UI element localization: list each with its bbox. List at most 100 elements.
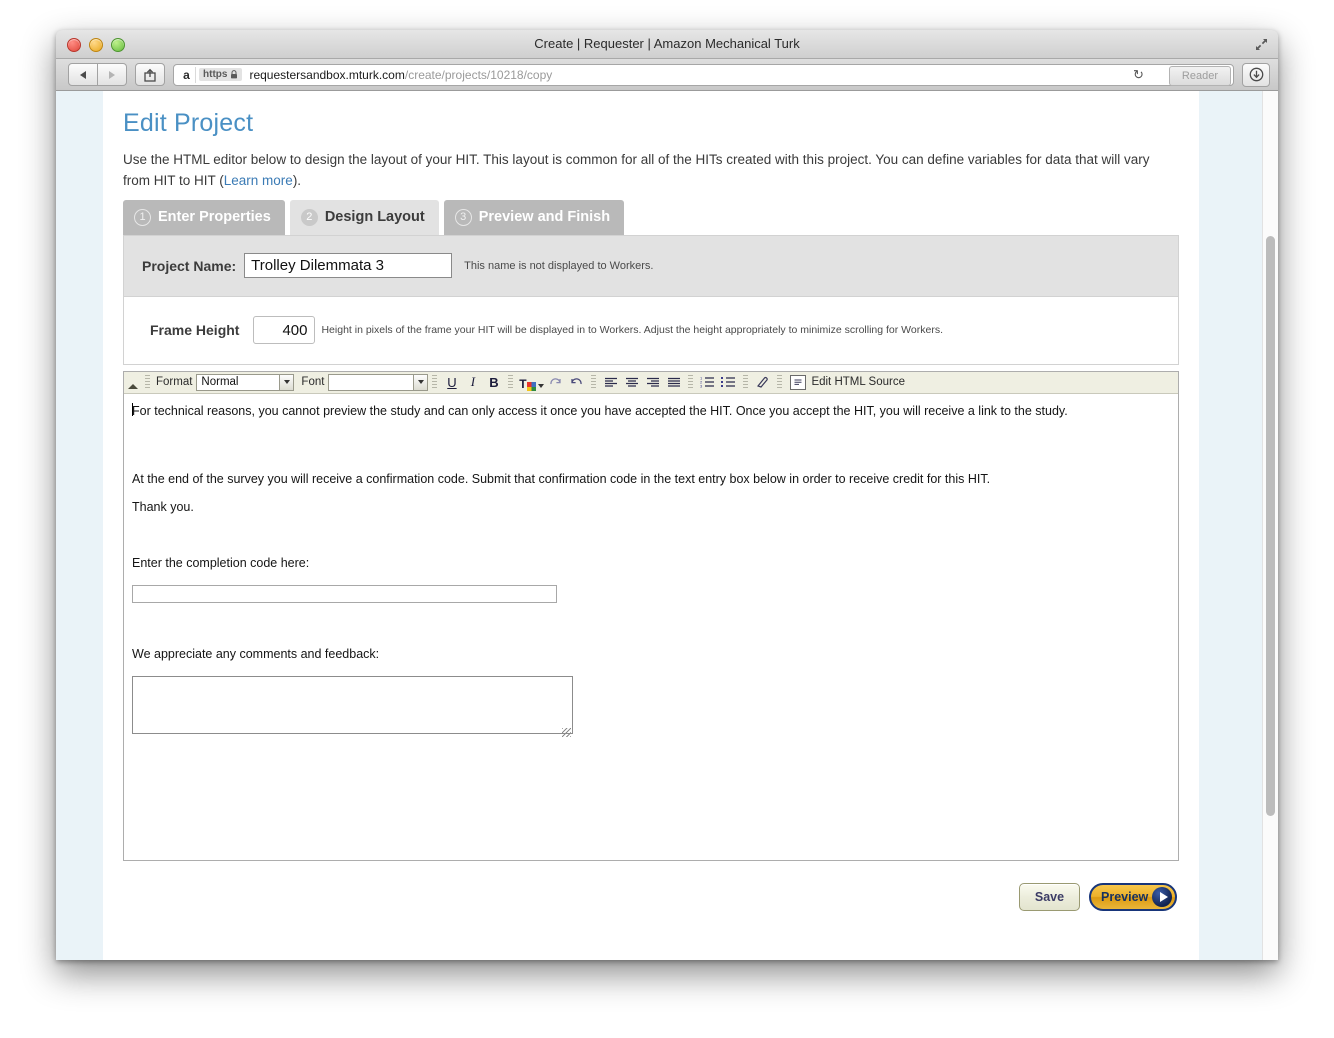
html-editor: Format Normal Font U I B T 1 2 3 Edit HT… — [123, 370, 1179, 861]
italic-button[interactable]: I — [463, 373, 482, 391]
url-text: requestersandbox.mturk.com/create/projec… — [249, 68, 552, 82]
chevron-down-icon — [279, 374, 294, 390]
reload-icon[interactable]: ↻ — [1130, 67, 1147, 84]
editor-paragraph-2: At the end of the survey you will receiv… — [132, 471, 991, 486]
svg-text:3: 3 — [700, 384, 703, 389]
page-viewport: Edit Project Use the HTML editor below t… — [56, 91, 1278, 960]
align-justify-icon[interactable] — [664, 373, 683, 391]
window-controls — [67, 38, 125, 52]
toolbar-grip[interactable] — [432, 374, 438, 390]
comments-textarea[interactable] — [132, 675, 573, 734]
toolbar-grip[interactable] — [508, 374, 514, 390]
toolbar-grip[interactable] — [743, 374, 749, 390]
frame-height-label: Frame Height — [150, 322, 240, 339]
underline-button[interactable]: U — [442, 373, 461, 391]
frame-height-hint: Height in pixels of the frame your HIT w… — [321, 324, 943, 337]
minimize-button[interactable] — [89, 38, 103, 52]
arrow-right-circle-icon — [1152, 886, 1172, 907]
comments-textarea-wrapper — [132, 675, 573, 739]
frame-height-input[interactable] — [253, 316, 316, 345]
tab-preview-and-finish[interactable]: 3 Preview and Finish — [443, 199, 625, 235]
editor-paragraph-3: Thank you. — [132, 500, 194, 515]
page-scrollbar[interactable] — [1262, 91, 1278, 960]
tab-number-1: 1 — [134, 208, 151, 226]
save-button[interactable]: Save — [1019, 882, 1080, 911]
scrollbar-thumb[interactable] — [1266, 236, 1275, 816]
window-titlebar: Create | Requester | Amazon Mechanical T… — [56, 30, 1278, 59]
share-icon[interactable] — [135, 63, 165, 86]
page-right-margin — [1199, 91, 1263, 960]
text-caret — [132, 402, 133, 416]
intro-text-part2: ). — [292, 172, 302, 188]
browser-toolbar: a https requestersandbox.mturk.com/creat… — [56, 59, 1278, 91]
tab-number-2: 2 — [300, 208, 318, 226]
preview-button-label: Preview — [1101, 889, 1149, 904]
editor-spacer — [132, 664, 1170, 676]
editor-toolbar: Format Normal Font U I B T 1 2 3 Edit HT… — [124, 371, 1178, 394]
redo-icon[interactable] — [546, 373, 565, 391]
editor-spacer — [132, 488, 1170, 498]
eraser-icon[interactable] — [753, 373, 772, 391]
completion-code-input[interactable] — [132, 585, 557, 604]
align-left-icon[interactable] — [601, 373, 620, 391]
completion-code-label: Enter the completion code here: — [132, 556, 310, 571]
zoom-button[interactable] — [111, 38, 125, 52]
project-name-label: Project Name: — [142, 257, 237, 274]
unordered-list-icon[interactable] — [719, 373, 738, 391]
text-color-button[interactable]: T — [518, 373, 544, 392]
format-select[interactable]: Normal — [196, 373, 295, 391]
wizard-tabs: 1 Enter Properties 2 Design Layout 3 Pre… — [123, 199, 1179, 235]
edit-html-source-button[interactable]: Edit HTML Source — [790, 374, 905, 390]
editor-spacer — [132, 420, 1170, 470]
align-right-icon[interactable] — [643, 373, 662, 391]
close-button[interactable] — [67, 38, 81, 52]
address-bar[interactable]: a https requestersandbox.mturk.com/creat… — [173, 63, 1234, 86]
toolbar-grip[interactable] — [688, 374, 694, 390]
tab-enter-properties[interactable]: 1 Enter Properties — [123, 199, 285, 235]
scheme-label: https — [203, 69, 228, 80]
project-name-panel: Project Name: This name is not displayed… — [123, 234, 1179, 297]
tab-design-layout[interactable]: 2 Design Layout — [289, 199, 439, 235]
learn-more-link[interactable]: Learn more — [224, 173, 293, 188]
edit-html-source-label: Edit HTML Source — [811, 376, 905, 389]
fullscreen-expand-icon[interactable] — [1252, 35, 1271, 54]
editor-spacer — [132, 516, 1170, 554]
forward-arrow-icon[interactable] — [98, 63, 127, 86]
text-color-label: T — [519, 377, 527, 392]
font-select[interactable] — [328, 373, 429, 391]
browser-window: Create | Requester | Amazon Mechanical T… — [56, 30, 1278, 960]
editor-spacer — [132, 603, 1170, 645]
preview-button[interactable]: Preview — [1089, 882, 1177, 911]
toolbar-grip[interactable] — [591, 374, 597, 390]
editor-spacer — [132, 572, 1170, 585]
toolbar-grip[interactable] — [777, 374, 783, 390]
html-source-icon — [790, 374, 807, 390]
align-center-icon[interactable] — [622, 373, 641, 391]
font-label: Font — [301, 376, 325, 389]
downloads-icon[interactable] — [1242, 62, 1270, 87]
reader-button[interactable]: Reader — [1168, 65, 1231, 86]
editor-content-area[interactable]: For technical reasons, you cannot previe… — [124, 394, 1178, 860]
toolbar-grip[interactable] — [145, 374, 150, 390]
ordered-list-icon[interactable]: 123 — [698, 373, 717, 391]
url-path: /create/projects/10218/copy — [404, 67, 553, 82]
bold-button[interactable]: B — [484, 373, 503, 391]
project-name-input[interactable] — [244, 253, 453, 279]
window-title: Create | Requester | Amazon Mechanical T… — [534, 36, 800, 51]
color-swatch-icon — [526, 382, 536, 392]
page-intro: Use the HTML editor below to design the … — [123, 150, 1179, 192]
format-select-value: Normal — [201, 376, 239, 389]
amazon-favicon: a — [178, 66, 196, 83]
lock-icon — [231, 70, 238, 79]
collapse-triangle-icon[interactable] — [128, 383, 138, 389]
desktop-background: Create | Requester | Amazon Mechanical T… — [0, 0, 1334, 1038]
page-left-margin — [56, 91, 103, 960]
editor-paragraph-1: For technical reasons, you cannot previe… — [132, 403, 1068, 418]
tab-label-design-layout: Design Layout — [324, 209, 425, 226]
undo-icon[interactable] — [567, 373, 586, 391]
tab-number-3: 3 — [454, 208, 472, 226]
page-title: Edit Project — [123, 109, 254, 137]
tab-label-enter-properties: Enter Properties — [158, 209, 271, 226]
form-actions: Save Preview — [123, 882, 1179, 911]
back-arrow-icon[interactable] — [68, 63, 98, 86]
